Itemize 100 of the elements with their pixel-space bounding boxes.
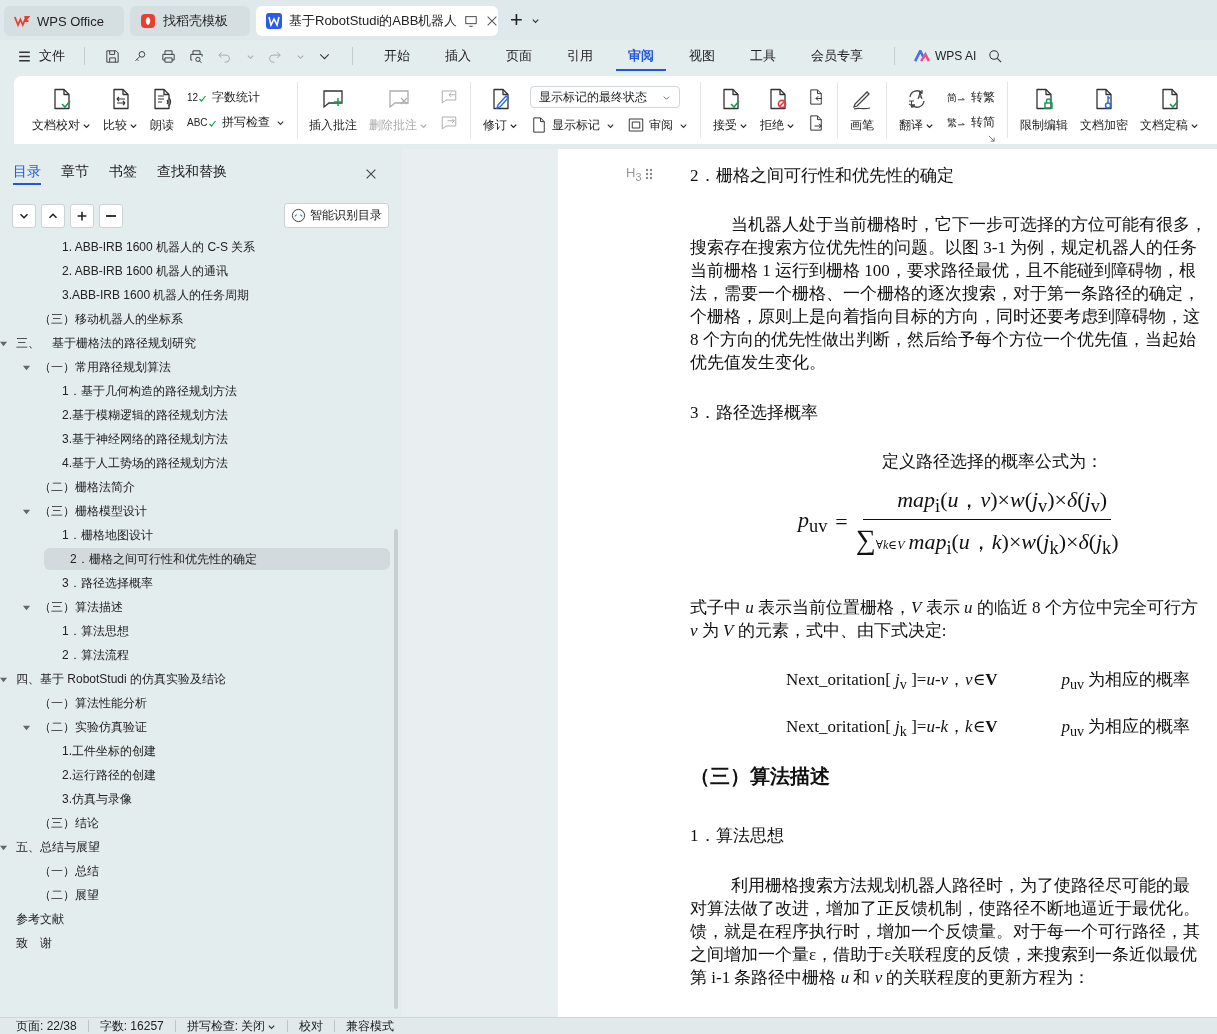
- outline-item[interactable]: （一）常用路径规划算法: [0, 356, 390, 378]
- ribbon-button[interactable]: 插入批注: [305, 84, 362, 136]
- equation-note: p$_{uv}$ 为相应的概率: [1061, 668, 1191, 694]
- outline-item[interactable]: （二）实验仿真验证: [0, 716, 390, 738]
- ribbon-button[interactable]: 拒绝: [756, 84, 800, 136]
- drag-handle-icon[interactable]: [645, 167, 654, 180]
- ribbon-button[interactable]: 画笔: [846, 84, 879, 136]
- save-icon[interactable]: [104, 47, 121, 65]
- close-icon[interactable]: [364, 167, 378, 181]
- outline-item[interactable]: 2.基于模糊逻辑的路径规划方法: [0, 404, 390, 426]
- ribbon-tab[interactable]: 页面: [494, 41, 544, 71]
- ribbon-button[interactable]: 修订: [479, 84, 523, 136]
- pane-tab[interactable]: 目录: [13, 163, 41, 185]
- ribbon-button[interactable]: 翻译: [895, 84, 939, 136]
- expand-button[interactable]: [12, 203, 36, 228]
- smart-icon: [291, 208, 306, 223]
- ribbon-button[interactable]: 繁 转简: [946, 114, 996, 131]
- paragraph-line: 搜索存在搜索方位优先性的问题。以图 3-1 为例，规定机器人的任务: [690, 237, 1198, 259]
- outline-item[interactable]: 3.基于神经网络的路径规划方法: [0, 428, 390, 450]
- ribbon-tab[interactable]: 会员专享: [799, 41, 875, 71]
- ribbon-button[interactable]: 接受: [709, 84, 753, 136]
- ribbon-button[interactable]: 12 字数统计: [186, 89, 285, 106]
- paragraph-line: 第 i-1 条路径中栅格 u 和 v 的关联程度的更新方程为：: [690, 966, 1091, 989]
- ribbon-button[interactable]: ABC 拼写检查: [186, 114, 285, 131]
- leaf-logo-icon: [140, 13, 156, 29]
- heading: 3．路径选择概率: [690, 401, 818, 424]
- markup-dropdown[interactable]: 显示标记的最终状态: [530, 86, 681, 108]
- print-icon[interactable]: [160, 47, 177, 65]
- new-tab-button[interactable]: +: [510, 9, 523, 31]
- ribbon-tab[interactable]: 工具: [738, 41, 788, 71]
- smart-toc-button[interactable]: 智能识别目录: [284, 203, 389, 228]
- document-tab[interactable]: WPS Office: [4, 6, 124, 36]
- outline-item[interactable]: 1．基于几何构造的路径规划方法: [0, 380, 390, 402]
- outline-item[interactable]: 致 谢: [0, 932, 390, 954]
- ribbon-button[interactable]: 文档定稿: [1136, 84, 1203, 136]
- ribbon-tab[interactable]: 视图: [677, 41, 727, 71]
- ribbon-button[interactable]: 文档加密: [1076, 84, 1132, 136]
- ribbon-tab[interactable]: 插入: [433, 41, 483, 71]
- outline-item[interactable]: 2.运行路径的创建: [0, 764, 390, 786]
- outline-item[interactable]: 3.仿真与录像: [0, 788, 390, 810]
- document-tab[interactable]: 基于RobotStudi的ABB机器人: [256, 6, 498, 36]
- outline-item[interactable]: 参考文献: [0, 908, 390, 930]
- outline-item[interactable]: 1．栅格地图设计: [0, 524, 390, 546]
- outline-item[interactable]: 1.工件坐标的创建: [0, 740, 390, 762]
- outline-item[interactable]: 3.ABB-IRB 1600 机器人的任务周期: [0, 284, 390, 306]
- pane-tab[interactable]: 书签: [109, 163, 137, 185]
- outline-item[interactable]: 3．路径选择概率: [0, 572, 390, 594]
- caret-icon: [275, 118, 285, 127]
- outline-item[interactable]: 1．算法思想: [0, 620, 390, 642]
- outline-item[interactable]: 2．栅格之间可行性和优先性的确定: [44, 548, 390, 570]
- ribbon-button[interactable]: 文档校对: [28, 84, 95, 136]
- paragraph-line: v 为 V 的元素，式中、由下式决定:: [690, 619, 947, 642]
- ribbon-tab[interactable]: 审阅: [616, 41, 666, 71]
- status-item[interactable]: 校对: [299, 1017, 335, 1034]
- outline-item[interactable]: （三）移动机器人的坐标系: [0, 308, 390, 330]
- ribbon-button[interactable]: 限制编辑: [1016, 84, 1072, 136]
- outline-item[interactable]: （二）展望: [0, 884, 390, 906]
- print-preview-icon[interactable]: [188, 47, 205, 65]
- outline-item[interactable]: （三）结论: [0, 812, 390, 834]
- outline-item[interactable]: （一）算法性能分析: [0, 692, 390, 714]
- file-menu-button[interactable]: 文件: [16, 47, 65, 65]
- paragraph-line: 对算法做了改进，增加了正反馈机制，使路径不断地逼近于最优化。: [690, 897, 1200, 920]
- ribbon-tab[interactable]: 开始: [372, 41, 422, 71]
- remove-button[interactable]: [99, 203, 123, 228]
- ribbon-button[interactable]: 比较: [99, 84, 142, 136]
- outline-item[interactable]: （一）总结: [0, 860, 390, 882]
- outline-item[interactable]: 四、基于 RobotStudi 的仿真实验及结论: [0, 668, 390, 690]
- status-item[interactable]: 页面: 22/38: [16, 1017, 88, 1034]
- outline-item[interactable]: 2．算法流程: [0, 644, 390, 666]
- pane-tab[interactable]: 章节: [61, 163, 89, 185]
- outline-item[interactable]: （三）算法描述: [0, 596, 390, 618]
- outline-item[interactable]: （二）栅格法简介: [0, 476, 390, 498]
- review-pane-icon: [627, 116, 646, 134]
- wps-ai-button[interactable]: WPS AI: [914, 49, 977, 63]
- paragraph-line: 当机器人处于当前栅格时，它下一步可选择的方位可能有很多，: [729, 214, 1207, 236]
- outline-item[interactable]: （三）栅格模型设计: [0, 500, 390, 522]
- document-tab[interactable]: 找稻壳模板: [130, 6, 250, 36]
- status-item[interactable]: 兼容模式: [346, 1017, 406, 1034]
- status-item[interactable]: 拼写检查: 关闭: [186, 1017, 288, 1034]
- ribbon-tab[interactable]: 引用: [555, 41, 605, 71]
- ribbon-button[interactable]: 显示标记: [530, 116, 616, 134]
- tab-label: 找稻壳模板: [163, 12, 228, 30]
- outline-item[interactable]: 2. ABB-IRB 1600 机器人的通讯: [0, 260, 390, 282]
- w-document-icon: [266, 13, 282, 29]
- outline-item[interactable]: 4.基于人工势场的路径规划方法: [0, 452, 390, 474]
- next-comment-icon: [440, 114, 459, 132]
- dialog-launcher-icon[interactable]: [988, 135, 995, 142]
- ribbon-button[interactable]: 审阅: [627, 116, 689, 134]
- collapse-button[interactable]: [41, 203, 65, 228]
- outline-item[interactable]: 五、总结与展望: [0, 836, 390, 858]
- status-item[interactable]: 字数: 16257: [99, 1017, 175, 1034]
- equation: Next_oritation[ j$_{k}$ ]=u-k，k∈V: [786, 716, 998, 741]
- add-button[interactable]: [70, 203, 94, 228]
- monitor-icon[interactable]: [464, 14, 479, 28]
- outline-item[interactable]: 1. ABB-IRB 1600 机器人的 C-S 关系: [0, 236, 390, 258]
- outline-item[interactable]: 三、 基于栅格法的路径规划研究: [0, 332, 390, 354]
- paragraph-line: 馈，就是在程序执行时，增加一个反馈量。对于每一个可行路径，其: [690, 920, 1200, 943]
- ribbon-button[interactable]: 简 转繁: [946, 89, 996, 106]
- ribbon-button[interactable]: 朗读: [146, 84, 178, 136]
- pane-tab[interactable]: 查找和替换: [157, 163, 227, 185]
